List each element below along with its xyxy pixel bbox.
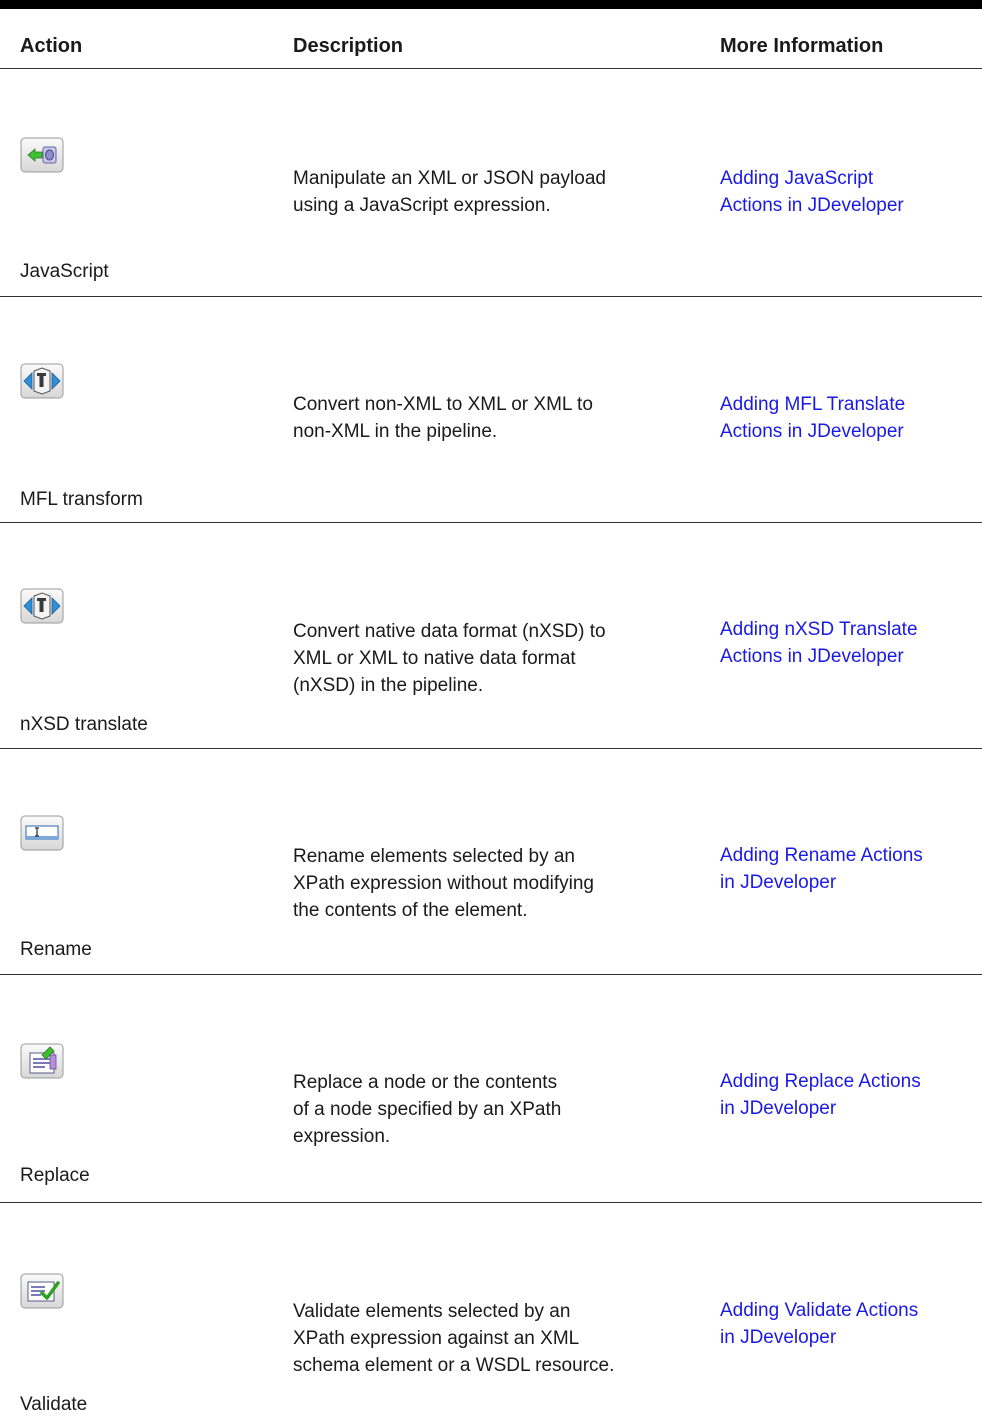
header-action: Action (20, 35, 83, 57)
link-line[interactable]: Adding JavaScript (720, 165, 982, 192)
table-row: Manipulate an XML or JSON payload using … (0, 69, 982, 297)
link-line[interactable]: Adding Rename Actions (720, 842, 982, 869)
description-line: Convert non-XML to XML or XML to (293, 394, 593, 415)
action-name: MFL transform (20, 489, 143, 510)
table-row: Replace a node or the contents of a node… (0, 975, 982, 1203)
description-line: Rename elements selected by an (293, 846, 575, 867)
row-description: Convert non-XML to XML or XML to non-XML… (293, 391, 708, 445)
description-line: non-XML in the pipeline. (293, 421, 498, 442)
link-line[interactable]: in JDeveloper (720, 1324, 982, 1351)
row-description: Manipulate an XML or JSON payload using … (293, 165, 708, 219)
link-adding-validate-actions[interactable]: Adding Validate Actions in JDeveloper (720, 1297, 982, 1351)
action-name: JavaScript (20, 261, 109, 282)
link-line[interactable]: Adding Validate Actions (720, 1297, 982, 1324)
nxsd-translate-icon (20, 588, 64, 624)
description-line: using a JavaScript expression. (293, 195, 551, 216)
link-adding-rename-actions[interactable]: Adding Rename Actions in JDeveloper (720, 842, 982, 896)
row-description: Validate elements selected by an XPath e… (293, 1298, 708, 1379)
action-name: nXSD translate (20, 714, 148, 735)
link-adding-mfl-translate-actions[interactable]: Adding MFL Translate Actions in JDevelop… (720, 391, 982, 445)
link-line[interactable]: in JDeveloper (720, 869, 982, 896)
link-line[interactable]: Adding nXSD Translate (720, 616, 982, 643)
description-line: expression. (293, 1126, 391, 1147)
table-row: Convert non-XML to XML or XML to non-XML… (0, 297, 982, 523)
link-line[interactable]: Actions in JDeveloper (720, 418, 982, 445)
action-name: Rename (20, 939, 92, 960)
link-line[interactable]: Adding Replace Actions (720, 1068, 982, 1095)
row-description: Replace a node or the contents of a node… (293, 1069, 708, 1150)
javascript-action-icon (20, 137, 64, 173)
description-line: the contents of the element. (293, 900, 528, 921)
header-description: Description (293, 35, 404, 57)
replace-action-icon (20, 1043, 64, 1079)
link-line[interactable]: Adding MFL Translate (720, 391, 982, 418)
validate-action-icon (20, 1273, 64, 1309)
table-row: Rename elements selected by an XPath exp… (0, 749, 982, 975)
header-more-information: More Information (720, 35, 884, 57)
description-line: XPath expression without modifying (293, 873, 594, 894)
row-description: Convert native data format (nXSD) to XML… (293, 618, 708, 699)
link-line[interactable]: Actions in JDeveloper (720, 192, 982, 219)
description-line: (nXSD) in the pipeline. (293, 675, 484, 696)
table-top-rule (0, 0, 982, 9)
description-line: schema element or a WSDL resource. (293, 1355, 615, 1376)
row-description: Rename elements selected by an XPath exp… (293, 843, 708, 924)
table-row: Convert native data format (nXSD) to XML… (0, 523, 982, 749)
table-row: Validate elements selected by an XPath e… (0, 1203, 982, 1425)
link-adding-nxsd-translate-actions[interactable]: Adding nXSD Translate Actions in JDevelo… (720, 616, 982, 670)
description-line: XPath expression against an XML (293, 1328, 580, 1349)
table-header-row: Action Description More Information (0, 9, 982, 69)
mfl-transform-icon (20, 363, 64, 399)
description-line: XML or XML to native data format (293, 648, 576, 669)
description-line: Replace a node or the contents (293, 1072, 558, 1093)
description-line: Manipulate an XML or JSON payload (293, 168, 606, 189)
link-line[interactable]: Actions in JDeveloper (720, 643, 982, 670)
link-line[interactable]: in JDeveloper (720, 1095, 982, 1122)
description-line: Convert native data format (nXSD) to (293, 621, 606, 642)
link-adding-javascript-actions[interactable]: Adding JavaScript Actions in JDeveloper (720, 165, 982, 219)
action-name: Validate (20, 1394, 88, 1415)
action-name: Replace (20, 1165, 90, 1186)
description-line: of a node specified by an XPath (293, 1099, 562, 1120)
link-adding-replace-actions[interactable]: Adding Replace Actions in JDeveloper (720, 1068, 982, 1122)
rename-action-icon (20, 815, 64, 851)
description-line: Validate elements selected by an (293, 1301, 571, 1322)
